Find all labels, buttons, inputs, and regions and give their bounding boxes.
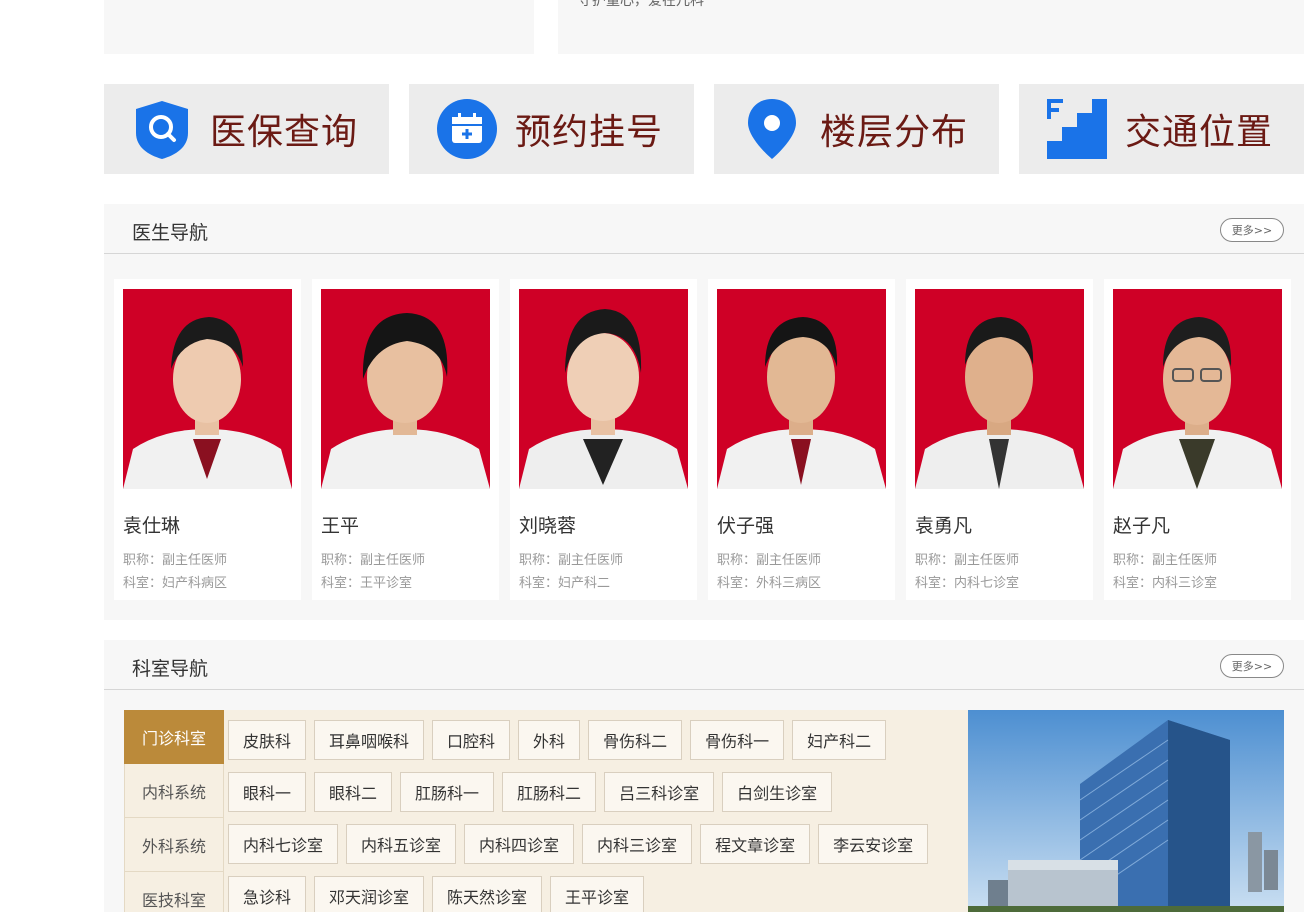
dept-link[interactable]: 李云安诊室	[818, 824, 929, 864]
section-title: 科室导航	[132, 658, 209, 680]
doctor-nav-section: 医生导航 更多>> 袁仕琳 职称：副主任医师 科室：妇产科病区 王平 职称：副主…	[104, 204, 1304, 620]
doctor-card[interactable]: 赵子凡 职称：副主任医师 科室：内科三诊室	[1104, 279, 1291, 600]
quick-link-label: 预约挂号	[515, 112, 664, 153]
doctor-name[interactable]: 王平	[321, 511, 359, 538]
doctor-dept: 科室：内科三诊室	[1113, 576, 1218, 591]
dept-link[interactable]: 眼科二	[314, 772, 393, 812]
dept-list: 皮肤科 耳鼻咽喉科 口腔科 外科 骨伤科二 骨伤科一 妇产科二 眼科一 眼科二 …	[228, 720, 936, 912]
doctor-photo[interactable]	[1113, 289, 1282, 489]
doctor-name[interactable]: 袁仕琳	[123, 511, 180, 538]
section-header: 科室导航 更多>>	[104, 640, 1304, 690]
dept-row: 内科七诊室 内科五诊室 内科四诊室 内科三诊室 程文章诊室 李云安诊室	[228, 824, 936, 864]
dept-link[interactable]: 外科	[518, 720, 581, 760]
dept-link[interactable]: 耳鼻咽喉科	[314, 720, 425, 760]
doctor-title: 职称：副主任医师	[1113, 553, 1218, 568]
tab-surgery[interactable]: 外科系统	[124, 818, 224, 872]
top-panel-right: 守护童心，爱在儿科	[558, 0, 1304, 54]
doctor-card[interactable]: 王平 职称：副主任医师 科室：王平诊室	[312, 279, 499, 600]
doctor-card[interactable]: 袁仕琳 职称：副主任医师 科室：妇产科病区	[114, 279, 301, 600]
quick-link-label: 交通位置	[1125, 112, 1274, 153]
top-slogan: 守护童心，爱在儿科	[578, 0, 704, 9]
dept-row: 眼科一 眼科二 肛肠科一 肛肠科二 吕三科诊室 白剑生诊室	[228, 772, 936, 812]
doctor-photo[interactable]	[717, 289, 886, 489]
doctor-title: 职称：副主任医师	[519, 553, 624, 568]
floor-stairs-icon	[1047, 99, 1107, 159]
doctor-dept: 科室：王平诊室	[321, 576, 413, 591]
doctor-list: 袁仕琳 职称：副主任医师 科室：妇产科病区 王平 职称：副主任医师 科室：王平诊…	[114, 279, 1302, 600]
quick-link-insurance[interactable]: 医保查询	[104, 84, 389, 174]
quick-link-transport[interactable]: 交通位置	[1019, 84, 1304, 174]
doctor-title: 职称：副主任医师	[123, 553, 228, 568]
dept-link[interactable]: 内科七诊室	[228, 824, 339, 864]
dept-link[interactable]: 肛肠科一	[400, 772, 495, 812]
dept-link[interactable]: 内科三诊室	[582, 824, 693, 864]
dept-tabs: 门诊科室 内科系统 外科系统 医技科室	[124, 710, 224, 912]
dept-nav-section: 科室导航 更多>> 门诊科室 内科系统 外科系统 医技科室 皮肤科 耳鼻咽喉科 …	[104, 640, 1304, 912]
quick-link-label: 楼层分布	[820, 112, 969, 153]
doctor-name[interactable]: 伏子强	[717, 511, 774, 538]
dept-link[interactable]: 王平诊室	[550, 876, 645, 912]
doctor-dept: 科室：内科七诊室	[915, 576, 1020, 591]
doctor-dept: 科室：外科三病区	[717, 576, 822, 591]
calendar-plus-icon	[437, 99, 497, 159]
doctor-photo[interactable]	[519, 289, 688, 489]
section-title: 医生导航	[132, 222, 209, 244]
dept-link[interactable]: 白剑生诊室	[722, 772, 833, 812]
dept-link[interactable]: 皮肤科	[228, 720, 307, 760]
dept-panel: 门诊科室 内科系统 外科系统 医技科室 皮肤科 耳鼻咽喉科 口腔科 外科 骨伤科…	[124, 710, 968, 912]
quick-link-label: 医保查询	[210, 112, 359, 153]
tab-medical-tech[interactable]: 医技科室	[124, 872, 224, 912]
dept-link[interactable]: 内科四诊室	[464, 824, 575, 864]
dept-link[interactable]: 口腔科	[432, 720, 511, 760]
dept-link[interactable]: 急诊科	[228, 876, 307, 912]
tab-internal-medicine[interactable]: 内科系统	[124, 764, 224, 818]
dept-link[interactable]: 内科五诊室	[346, 824, 457, 864]
doctor-photo[interactable]	[123, 289, 292, 489]
doctor-title: 职称：副主任医师	[321, 553, 426, 568]
map-pin-icon	[748, 99, 796, 159]
dept-link[interactable]: 骨伤科一	[690, 720, 785, 760]
tab-outpatient[interactable]: 门诊科室	[124, 710, 224, 764]
doctor-name[interactable]: 袁勇凡	[915, 511, 972, 538]
top-panel-left	[104, 0, 534, 54]
doctor-photo[interactable]	[915, 289, 1084, 489]
shield-search-icon	[136, 101, 188, 159]
dept-link[interactable]: 邓天润诊室	[314, 876, 425, 912]
doctor-title: 职称：副主任医师	[717, 553, 822, 568]
quick-link-appointment[interactable]: 预约挂号	[409, 84, 694, 174]
doctor-dept: 科室：妇产科病区	[123, 576, 228, 591]
doctor-name[interactable]: 赵子凡	[1113, 511, 1170, 538]
doctor-name[interactable]: 刘晓蓉	[519, 511, 576, 538]
quick-link-floor-map[interactable]: 楼层分布	[714, 84, 999, 174]
doctor-dept: 科室：妇产科二	[519, 576, 611, 591]
dept-link[interactable]: 吕三科诊室	[604, 772, 715, 812]
dept-link[interactable]: 肛肠科二	[502, 772, 597, 812]
dept-link[interactable]: 妇产科二	[792, 720, 887, 760]
dept-link[interactable]: 骨伤科二	[588, 720, 683, 760]
doctor-card[interactable]: 伏子强 职称：副主任医师 科室：外科三病区	[708, 279, 895, 600]
more-button[interactable]: 更多>>	[1220, 654, 1284, 678]
doctor-card[interactable]: 袁勇凡 职称：副主任医师 科室：内科七诊室	[906, 279, 1093, 600]
doctor-title: 职称：副主任医师	[915, 553, 1020, 568]
doctor-photo[interactable]	[321, 289, 490, 489]
section-header: 医生导航 更多>>	[104, 204, 1304, 254]
dept-link[interactable]: 陈天然诊室	[432, 876, 543, 912]
dept-link[interactable]: 眼科一	[228, 772, 307, 812]
doctor-card[interactable]: 刘晓蓉 职称：副主任医师 科室：妇产科二	[510, 279, 697, 600]
dept-row: 急诊科 邓天润诊室 陈天然诊室 王平诊室	[228, 876, 936, 912]
dept-link[interactable]: 程文章诊室	[700, 824, 811, 864]
hospital-building-image	[968, 710, 1284, 912]
more-button[interactable]: 更多>>	[1220, 218, 1284, 242]
dept-row: 皮肤科 耳鼻咽喉科 口腔科 外科 骨伤科二 骨伤科一 妇产科二	[228, 720, 936, 760]
